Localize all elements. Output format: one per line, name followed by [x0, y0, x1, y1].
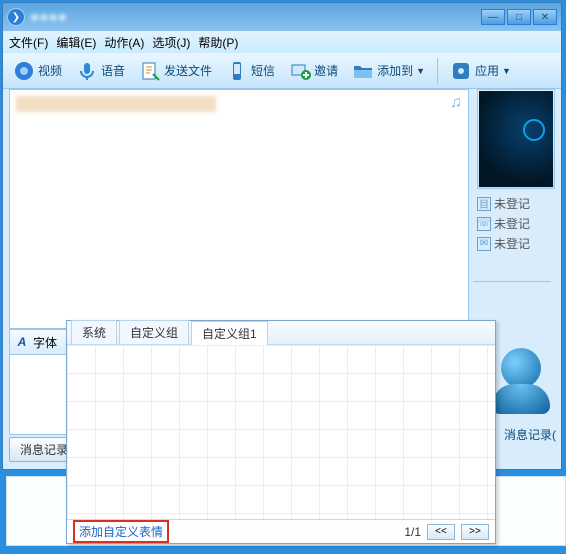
- profile-icon: 目: [477, 197, 491, 211]
- webcam-icon: [13, 60, 35, 82]
- menu-edit[interactable]: 编辑(E): [56, 34, 96, 51]
- folder-icon: [352, 60, 374, 82]
- add-emoticon-highlight: 添加自定义表情: [73, 520, 169, 543]
- phone-small-icon: ☏: [477, 217, 491, 231]
- info-mail[interactable]: ✉ 未登记: [477, 235, 555, 252]
- info-profile[interactable]: 目 未登记: [477, 195, 555, 212]
- emoticon-grid[interactable]: [67, 345, 495, 519]
- addto-button[interactable]: 添加到 ▼: [346, 58, 431, 84]
- chat-display: ♫: [9, 89, 469, 329]
- phone-icon: [226, 60, 248, 82]
- menu-file[interactable]: 文件(F): [9, 34, 48, 51]
- music-icon[interactable]: ♫: [450, 94, 462, 112]
- menu-bar: 文件(F) 编辑(E) 动作(A) 选项(J) 帮助(P): [3, 31, 561, 53]
- info-phone[interactable]: ☏ 未登记: [477, 215, 555, 232]
- side-separator: [473, 281, 551, 282]
- menu-action[interactable]: 动作(A): [104, 34, 144, 51]
- sendfile-button[interactable]: 发送文件: [133, 58, 218, 84]
- pager-next-button[interactable]: >>: [461, 524, 489, 540]
- emoticon-bottom-bar: 添加自定义表情 1/1 << >>: [67, 519, 495, 543]
- menu-help[interactable]: 帮助(P): [198, 34, 238, 51]
- pager-prev-button[interactable]: <<: [427, 524, 455, 540]
- contact-avatar[interactable]: [477, 89, 555, 189]
- voice-button[interactable]: 语音: [70, 58, 131, 84]
- add-custom-emoticon-link[interactable]: 添加自定义表情: [79, 525, 163, 539]
- emoticon-tabs: 系统 自定义组 自定义组1: [67, 321, 495, 345]
- message-record-link[interactable]: 消息记录(: [504, 426, 556, 443]
- sms-button[interactable]: 短信: [220, 58, 281, 84]
- toolbar-separator: [437, 58, 438, 84]
- font-button[interactable]: A 字体: [14, 334, 57, 351]
- toolbar: 视频 语音 发送文件 短信 邀请: [3, 53, 561, 89]
- puzzle-icon: [450, 60, 472, 82]
- tab-system[interactable]: 系统: [71, 320, 117, 344]
- self-avatar[interactable]: [486, 346, 556, 418]
- font-icon: A: [14, 334, 30, 350]
- file-icon: [139, 60, 161, 82]
- video-button[interactable]: 视频: [7, 58, 68, 84]
- app-button[interactable]: 应用 ▼: [444, 58, 517, 84]
- pager-label: 1/1: [404, 525, 421, 539]
- menu-option[interactable]: 选项(J): [152, 34, 190, 51]
- emoticon-popup: 系统 自定义组 自定义组1 添加自定义表情 1/1 << >>: [66, 320, 496, 544]
- contact-name-blurred: [16, 96, 216, 112]
- title-bar: ❯ ■■■■ — □ ✕: [3, 3, 561, 31]
- tab-custom-group-1[interactable]: 自定义组1: [191, 321, 268, 345]
- chevron-down-icon: ▼: [416, 66, 425, 76]
- mail-icon: ✉: [477, 237, 491, 251]
- minimize-button[interactable]: —: [481, 9, 505, 25]
- close-button[interactable]: ✕: [533, 9, 557, 25]
- chevron-down-icon: ▼: [502, 66, 511, 76]
- invite-button[interactable]: 邀请: [283, 58, 344, 84]
- invite-icon: [289, 60, 311, 82]
- tab-custom-group[interactable]: 自定义组: [119, 320, 189, 344]
- mic-icon: [76, 60, 98, 82]
- app-icon: ❯: [7, 8, 25, 26]
- window-title: ■■■■: [31, 10, 479, 24]
- maximize-button[interactable]: □: [507, 9, 531, 25]
